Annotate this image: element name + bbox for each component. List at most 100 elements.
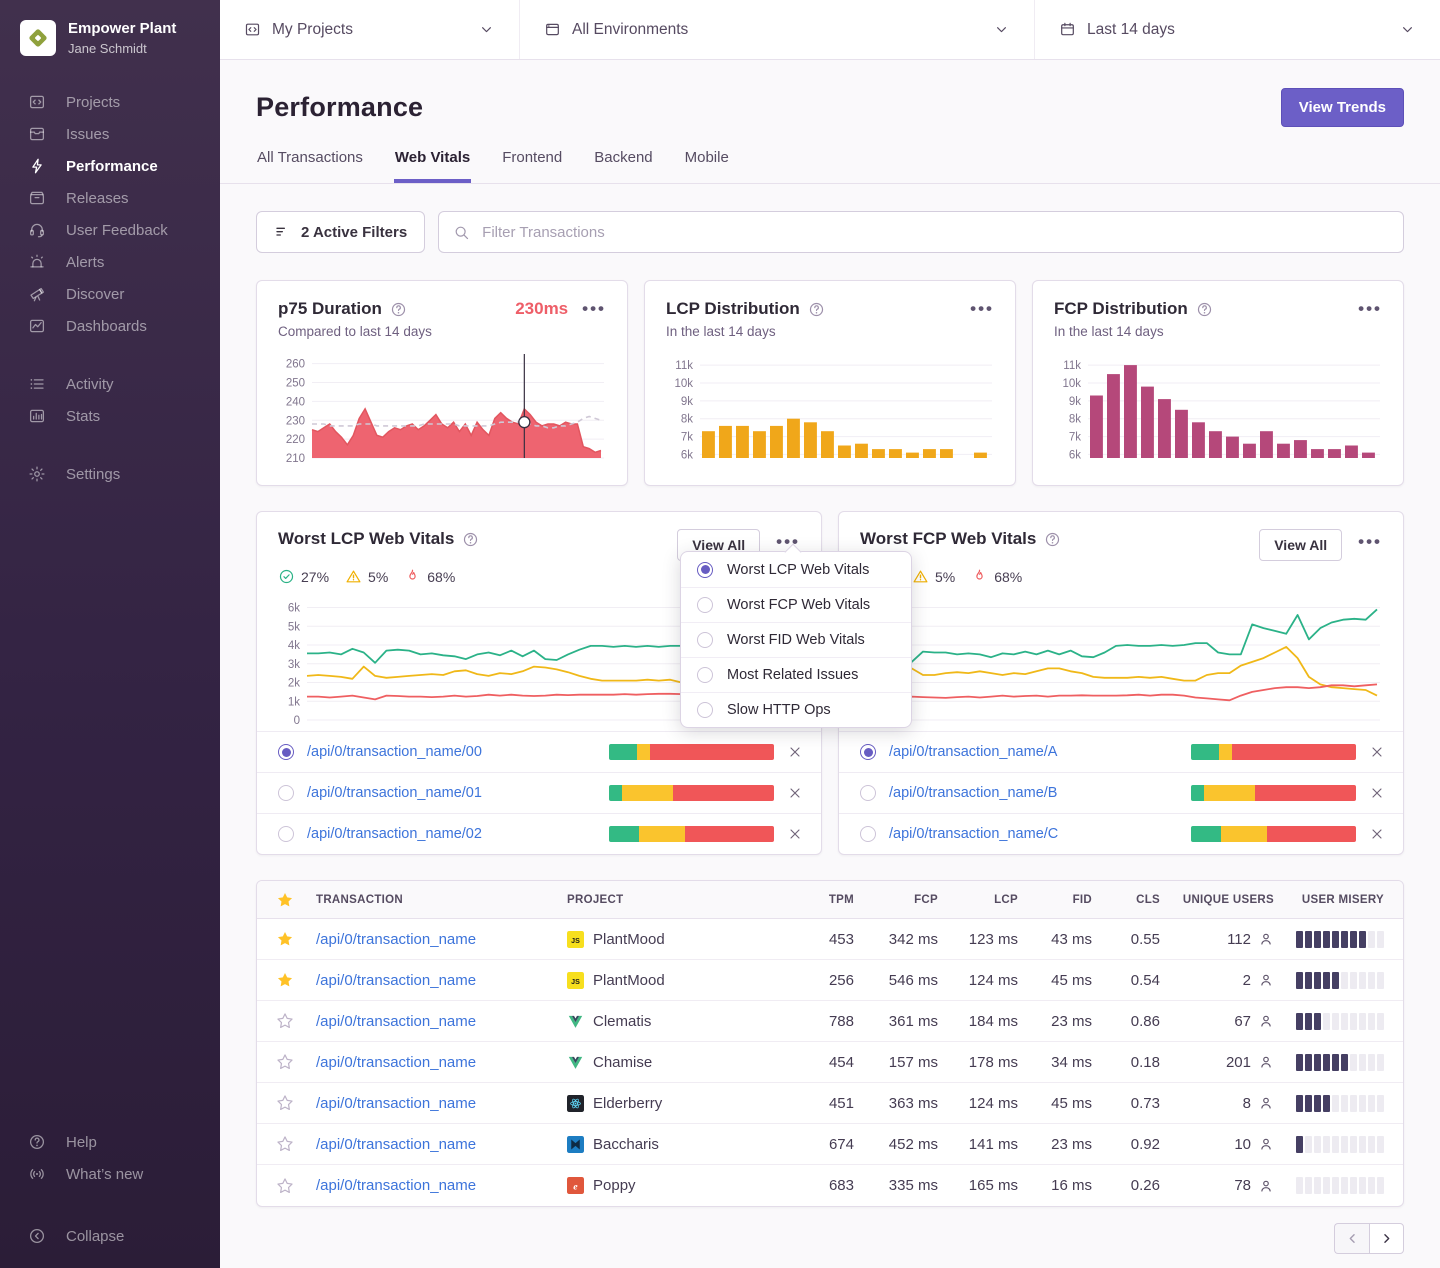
person-icon	[1258, 972, 1274, 988]
transaction-link[interactable]: /api/0/transaction_name/A	[889, 744, 1178, 760]
transaction-radio[interactable]	[278, 744, 294, 760]
project-cell[interactable]: Baccharis	[567, 1136, 792, 1153]
search-input[interactable]	[480, 223, 1389, 242]
star-filled-icon[interactable]	[276, 971, 294, 989]
transaction-link[interactable]: /api/0/transaction_name/01	[307, 785, 596, 801]
sidebar-item-projects[interactable]: Projects	[0, 86, 220, 118]
transaction-link[interactable]: /api/0/transaction_name	[316, 972, 567, 989]
close-icon[interactable]	[787, 826, 803, 842]
sidebar-item-what-s-new[interactable]: What’s new	[0, 1158, 220, 1190]
discover-icon	[28, 285, 46, 303]
sidebar-item-user-feedback[interactable]: User Feedback	[0, 214, 220, 246]
tab-web-vitals[interactable]: Web Vitals	[394, 147, 471, 183]
transaction-link[interactable]: /api/0/transaction_name	[316, 931, 567, 948]
transaction-radio[interactable]	[860, 785, 876, 801]
transaction-radio[interactable]	[860, 826, 876, 842]
sidebar-item-issues[interactable]: Issues	[0, 118, 220, 150]
transaction-link[interactable]: /api/0/transaction_name/C	[889, 826, 1178, 842]
sidebar-item-collapse[interactable]: Collapse	[0, 1220, 220, 1252]
transaction-radio[interactable]	[278, 785, 294, 801]
star-outline-icon[interactable]	[276, 1053, 294, 1071]
project-cell[interactable]: ePoppy	[567, 1177, 792, 1194]
project-selector[interactable]: My Projects	[220, 0, 520, 59]
tab-backend[interactable]: Backend	[593, 147, 653, 183]
activity-icon	[28, 375, 46, 393]
card-menu-button[interactable]: •••	[776, 537, 800, 547]
transaction-link[interactable]: /api/0/transaction_name	[316, 1013, 567, 1030]
table-row: /api/0/transaction_nameClematis788361 ms…	[257, 1001, 1403, 1042]
close-icon[interactable]	[1369, 744, 1385, 760]
close-icon[interactable]	[1369, 826, 1385, 842]
p75-duration-chart: 260250240230220210	[278, 351, 606, 463]
close-icon[interactable]	[787, 785, 803, 801]
view-all-button[interactable]: View All	[1259, 529, 1342, 561]
card-menu-button[interactable]: •••	[1358, 304, 1382, 314]
transaction-link[interactable]: /api/0/transaction_name/00	[307, 744, 596, 760]
project-cell[interactable]: Elderberry	[567, 1095, 792, 1112]
menu-option-slow-http-ops[interactable]: Slow HTTP Ops	[681, 692, 911, 727]
sidebar-item-discover[interactable]: Discover	[0, 278, 220, 310]
help-icon[interactable]	[1044, 531, 1061, 548]
transaction-radio[interactable]	[278, 826, 294, 842]
card-menu-button[interactable]: •••	[970, 304, 994, 314]
environment-selector[interactable]: All Environments	[520, 0, 1035, 59]
daterange-selector[interactable]: Last 14 days	[1035, 0, 1440, 59]
tab-all-transactions[interactable]: All Transactions	[256, 147, 364, 183]
star-filled-icon[interactable]	[276, 930, 294, 948]
sidebar-item-settings[interactable]: Settings	[0, 458, 220, 490]
vitals-distribution-bar	[609, 826, 774, 842]
menu-option-worst-lcp-web-vitals[interactable]: Worst LCP Web Vitals	[681, 552, 911, 587]
close-icon[interactable]	[787, 744, 803, 760]
help-icon[interactable]	[390, 301, 407, 318]
lcp-distribution-card: LCP Distribution ••• In the last 14 days…	[644, 280, 1016, 486]
person-icon	[1258, 1095, 1274, 1111]
sidebar-item-performance[interactable]: Performance	[0, 150, 220, 182]
tab-frontend[interactable]: Frontend	[501, 147, 563, 183]
help-icon[interactable]	[462, 531, 479, 548]
menu-option-worst-fcp-web-vitals[interactable]: Worst FCP Web Vitals	[681, 587, 911, 622]
menu-option-most-related-issues[interactable]: Most Related Issues	[681, 657, 911, 692]
project-cell[interactable]: JSPlantMood	[567, 931, 792, 948]
sidebar-item-alerts[interactable]: Alerts	[0, 246, 220, 278]
sidebar-item-releases[interactable]: Releases	[0, 182, 220, 214]
star-outline-icon[interactable]	[276, 1012, 294, 1030]
pagination	[256, 1223, 1404, 1254]
help-icon[interactable]	[808, 301, 825, 318]
help-icon[interactable]	[1196, 301, 1213, 318]
project-cell[interactable]: Chamise	[567, 1054, 792, 1071]
project-cell[interactable]: Clematis	[567, 1013, 792, 1030]
star-filled-icon[interactable]	[276, 891, 294, 909]
close-icon[interactable]	[1369, 785, 1385, 801]
transaction-link[interactable]: /api/0/transaction_name/B	[889, 785, 1178, 801]
transaction-link[interactable]: /api/0/transaction_name	[316, 1095, 567, 1112]
card-menu-button[interactable]: •••	[582, 304, 606, 314]
project-cell[interactable]: JSPlantMood	[567, 972, 792, 989]
fid-value: 23 ms	[1018, 1013, 1092, 1030]
view-trends-button[interactable]: View Trends	[1281, 88, 1404, 127]
active-filters-button[interactable]: 2 Active Filters	[256, 211, 425, 253]
transaction-link[interactable]: /api/0/transaction_name	[316, 1054, 567, 1071]
card-menu-button[interactable]: •••	[1358, 537, 1382, 547]
sidebar-item-activity[interactable]: Activity	[0, 368, 220, 400]
table-row: /api/0/transaction_nameJSPlantMood256546…	[257, 960, 1403, 1001]
star-outline-icon[interactable]	[276, 1177, 294, 1195]
table-row: /api/0/transaction_nameChamise454157 ms1…	[257, 1042, 1403, 1083]
performance-icon	[28, 157, 46, 175]
sidebar-item-dashboards[interactable]: Dashboards	[0, 310, 220, 342]
star-outline-icon[interactable]	[276, 1094, 294, 1112]
tab-mobile[interactable]: Mobile	[684, 147, 730, 183]
sidebar-item-stats[interactable]: Stats	[0, 400, 220, 432]
sidebar-item-help[interactable]: Help	[0, 1126, 220, 1158]
transaction-link[interactable]: /api/0/transaction_name	[316, 1177, 567, 1194]
star-outline-icon[interactable]	[276, 1135, 294, 1153]
transaction-link[interactable]: /api/0/transaction_name	[316, 1136, 567, 1153]
menu-option-worst-fid-web-vitals[interactable]: Worst FID Web Vitals	[681, 622, 911, 657]
vue-icon	[567, 1013, 584, 1030]
search-icon	[453, 224, 470, 241]
prev-page-button[interactable]	[1334, 1223, 1369, 1254]
org-switcher[interactable]: Empower Plant Jane Schmidt	[0, 20, 220, 86]
next-page-button[interactable]	[1369, 1223, 1404, 1254]
transaction-link[interactable]: /api/0/transaction_name/02	[307, 826, 596, 842]
cls-value: 0.26	[1092, 1177, 1160, 1194]
transaction-radio[interactable]	[860, 744, 876, 760]
